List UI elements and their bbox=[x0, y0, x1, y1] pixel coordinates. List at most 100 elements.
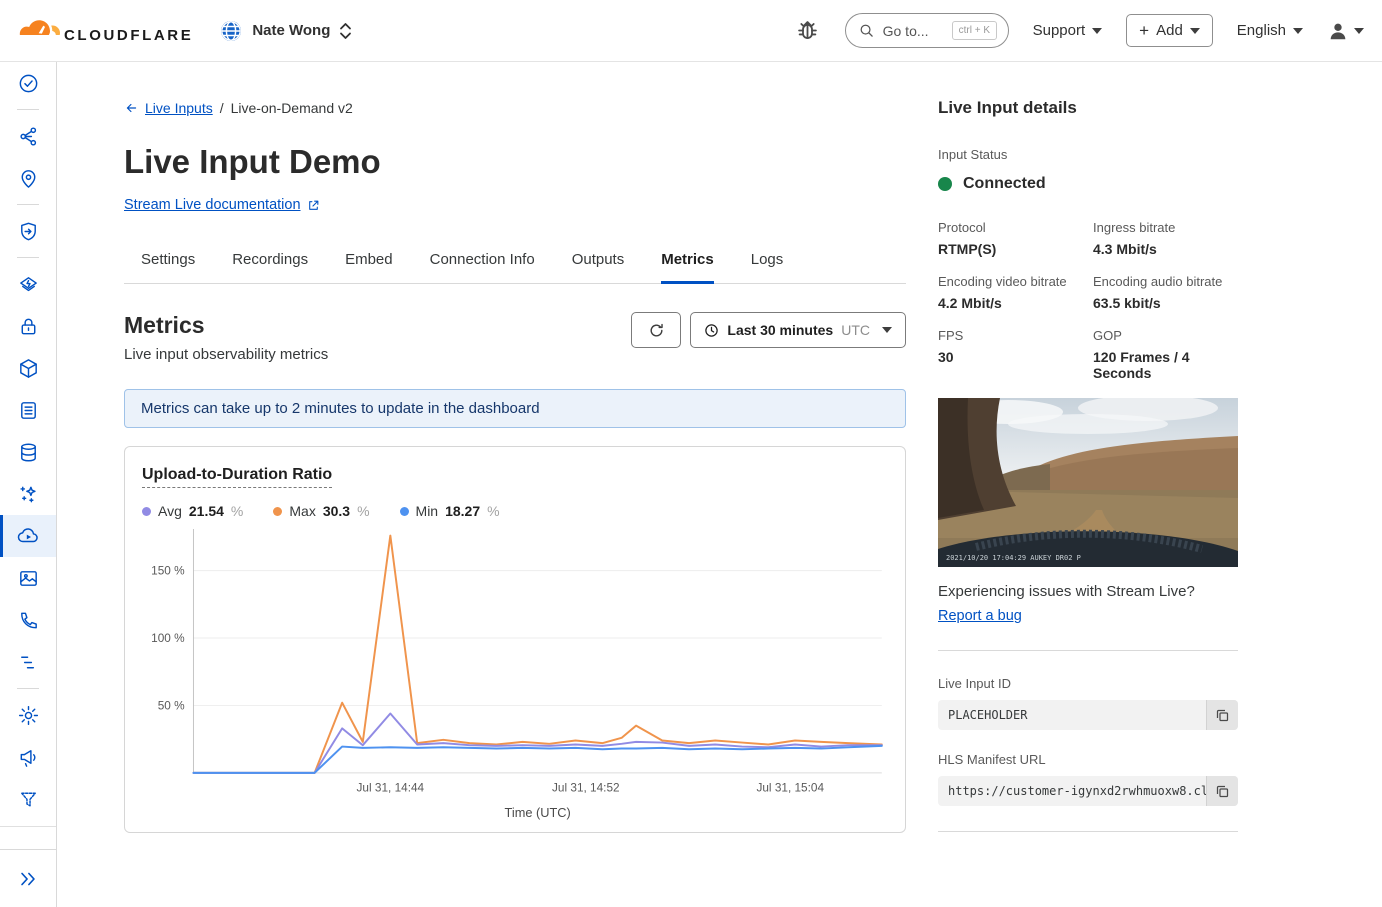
sidebar-item-zaraz[interactable] bbox=[0, 641, 56, 683]
max-series-dot bbox=[273, 507, 282, 516]
sidebar-item-settings[interactable] bbox=[0, 694, 56, 736]
funnel-icon bbox=[17, 788, 40, 811]
gantt-bars-icon bbox=[17, 651, 40, 674]
cube-icon bbox=[17, 357, 40, 380]
sidebar-item-storage[interactable] bbox=[0, 389, 56, 431]
sidebar-item-calls[interactable] bbox=[0, 599, 56, 641]
chart-card: Upload-to-Duration Ratio Avg 21.54 % Max… bbox=[124, 446, 906, 833]
gear-icon bbox=[17, 704, 40, 727]
add-label: Add bbox=[1156, 22, 1183, 39]
ingress-bitrate-label: Ingress bitrate bbox=[1093, 220, 1238, 235]
issues-text: Experiencing issues with Stream Live? bbox=[938, 583, 1238, 600]
breadcrumb: Live Inputs / Live-on-Demand v2 bbox=[124, 100, 906, 116]
database-icon bbox=[17, 441, 40, 464]
sidebar-item-images[interactable] bbox=[0, 557, 56, 599]
cloudflare-cloud-icon bbox=[14, 15, 60, 46]
server-icon bbox=[17, 399, 40, 422]
language-menu[interactable]: English bbox=[1237, 22, 1303, 39]
sidebar-item-workers[interactable] bbox=[0, 347, 56, 389]
add-button[interactable]: + Add bbox=[1126, 14, 1213, 47]
sidebar-item-traffic[interactable] bbox=[0, 115, 56, 157]
speed-layers-icon bbox=[17, 273, 40, 296]
sidebar-item-filter[interactable] bbox=[0, 778, 56, 820]
legend-item-max[interactable]: Max 30.3 % bbox=[273, 503, 369, 519]
ingress-bitrate-value: 4.3 Mbit/s bbox=[1093, 241, 1238, 257]
search-icon bbox=[859, 23, 874, 38]
tab-connection-info[interactable]: Connection Info bbox=[430, 241, 535, 284]
legend-item-avg[interactable]: Avg 21.54 % bbox=[142, 503, 243, 519]
refresh-button[interactable] bbox=[631, 312, 681, 348]
legend-item-min[interactable]: Min 18.27 % bbox=[400, 503, 500, 519]
hls-manifest-url-label: HLS Manifest URL bbox=[938, 752, 1238, 767]
live-input-id-value: PLACEHOLDER bbox=[938, 700, 1206, 730]
user-menu[interactable] bbox=[1327, 20, 1364, 42]
caret-down-icon bbox=[882, 327, 892, 333]
gop-value: 120 Frames / 4 Seconds bbox=[1093, 349, 1238, 381]
live-input-id-field: PLACEHOLDER bbox=[938, 700, 1238, 730]
global-search[interactable]: ctrl + K bbox=[845, 13, 1009, 48]
sidebar-item-security[interactable] bbox=[0, 210, 56, 252]
search-shortcut: ctrl + K bbox=[952, 21, 997, 40]
support-menu[interactable]: Support bbox=[1033, 22, 1103, 39]
chevrons-right-icon bbox=[17, 868, 39, 890]
tab-logs[interactable]: Logs bbox=[751, 241, 784, 284]
caret-down-icon bbox=[1092, 28, 1102, 34]
sidebar-item-stream[interactable] bbox=[0, 515, 56, 557]
report-bug-link[interactable]: Report a bug bbox=[938, 608, 1022, 624]
svg-text:150 %: 150 % bbox=[151, 564, 185, 578]
upload-duration-chart[interactable]: 50 %100 %150 %Jul 31, 14:44Jul 31, 14:52… bbox=[142, 527, 890, 822]
video-bitrate-label: Encoding video bitrate bbox=[938, 274, 1093, 289]
language-label: English bbox=[1237, 22, 1286, 39]
svg-text:Jul 31, 14:52: Jul 31, 14:52 bbox=[552, 781, 620, 795]
tab-outputs[interactable]: Outputs bbox=[572, 241, 625, 284]
panel-heading: Live Input details bbox=[938, 98, 1238, 118]
sidebar-item-timeline[interactable] bbox=[0, 62, 56, 104]
sidebar-item-notifications[interactable] bbox=[0, 736, 56, 778]
load-balancer-icon bbox=[17, 125, 40, 148]
tab-recordings[interactable]: Recordings bbox=[232, 241, 308, 284]
cloudflare-logo[interactable]: CLOUDFLARE bbox=[14, 15, 193, 46]
sidebar-item-ai[interactable] bbox=[0, 473, 56, 515]
metrics-heading: Metrics bbox=[124, 312, 328, 339]
copy-icon bbox=[1215, 784, 1230, 799]
tab-metrics[interactable]: Metrics bbox=[661, 241, 714, 284]
sidebar-item-speed[interactable] bbox=[0, 263, 56, 305]
audio-bitrate-label: Encoding audio bitrate bbox=[1093, 274, 1238, 289]
copy-icon bbox=[1215, 708, 1230, 723]
sidebar-divider bbox=[17, 109, 39, 110]
sidebar-item-dns[interactable] bbox=[0, 157, 56, 199]
svg-text:50 %: 50 % bbox=[158, 698, 185, 712]
sidebar-collapse-button[interactable] bbox=[0, 849, 56, 907]
documentation-link[interactable]: Stream Live documentation bbox=[124, 197, 320, 213]
updown-chevron-icon bbox=[339, 22, 352, 40]
tab-embed[interactable]: Embed bbox=[345, 241, 393, 284]
cloudflare-wordmark: CLOUDFLARE bbox=[64, 27, 193, 46]
breadcrumb-current: Live-on-Demand v2 bbox=[231, 100, 353, 116]
sidebar-divider bbox=[17, 688, 39, 689]
gop-label: GOP bbox=[1093, 328, 1238, 343]
panel-divider bbox=[938, 650, 1238, 651]
info-banner: Metrics can take up to 2 minutes to upda… bbox=[124, 389, 906, 428]
hls-manifest-url-field: https://customer-igynxd2rwhmuoxw8.cloudf bbox=[938, 776, 1238, 806]
svg-text:100 %: 100 % bbox=[151, 631, 185, 645]
live-input-details-panel: Live Input details Input Status Connecte… bbox=[938, 62, 1238, 907]
account-switcher[interactable]: Nate Wong bbox=[219, 19, 352, 43]
time-range-dropdown[interactable]: Last 30 minutes UTC bbox=[690, 312, 906, 348]
breadcrumb-back-link[interactable]: Live Inputs bbox=[124, 100, 213, 116]
image-icon bbox=[17, 567, 40, 590]
protocol-value: RTMP(S) bbox=[938, 241, 1093, 257]
chart-title: Upload-to-Duration Ratio bbox=[142, 466, 332, 488]
sidebar-item-database[interactable] bbox=[0, 431, 56, 473]
tab-settings[interactable]: Settings bbox=[141, 241, 195, 284]
sidebar-item-ssl[interactable] bbox=[0, 305, 56, 347]
copy-live-input-id-button[interactable] bbox=[1206, 700, 1238, 730]
metrics-subheading: Live input observability metrics bbox=[124, 346, 328, 363]
search-input[interactable] bbox=[881, 22, 945, 40]
hls-manifest-url-value: https://customer-igynxd2rwhmuoxw8.cloudf bbox=[938, 776, 1206, 806]
report-bug-button[interactable] bbox=[794, 17, 821, 44]
fps-value: 30 bbox=[938, 349, 1093, 365]
copy-hls-url-button[interactable] bbox=[1206, 776, 1238, 806]
video-bitrate-value: 4.2 Mbit/s bbox=[938, 295, 1093, 311]
stream-cloud-play-icon bbox=[16, 524, 40, 548]
plus-icon: + bbox=[1139, 24, 1149, 37]
